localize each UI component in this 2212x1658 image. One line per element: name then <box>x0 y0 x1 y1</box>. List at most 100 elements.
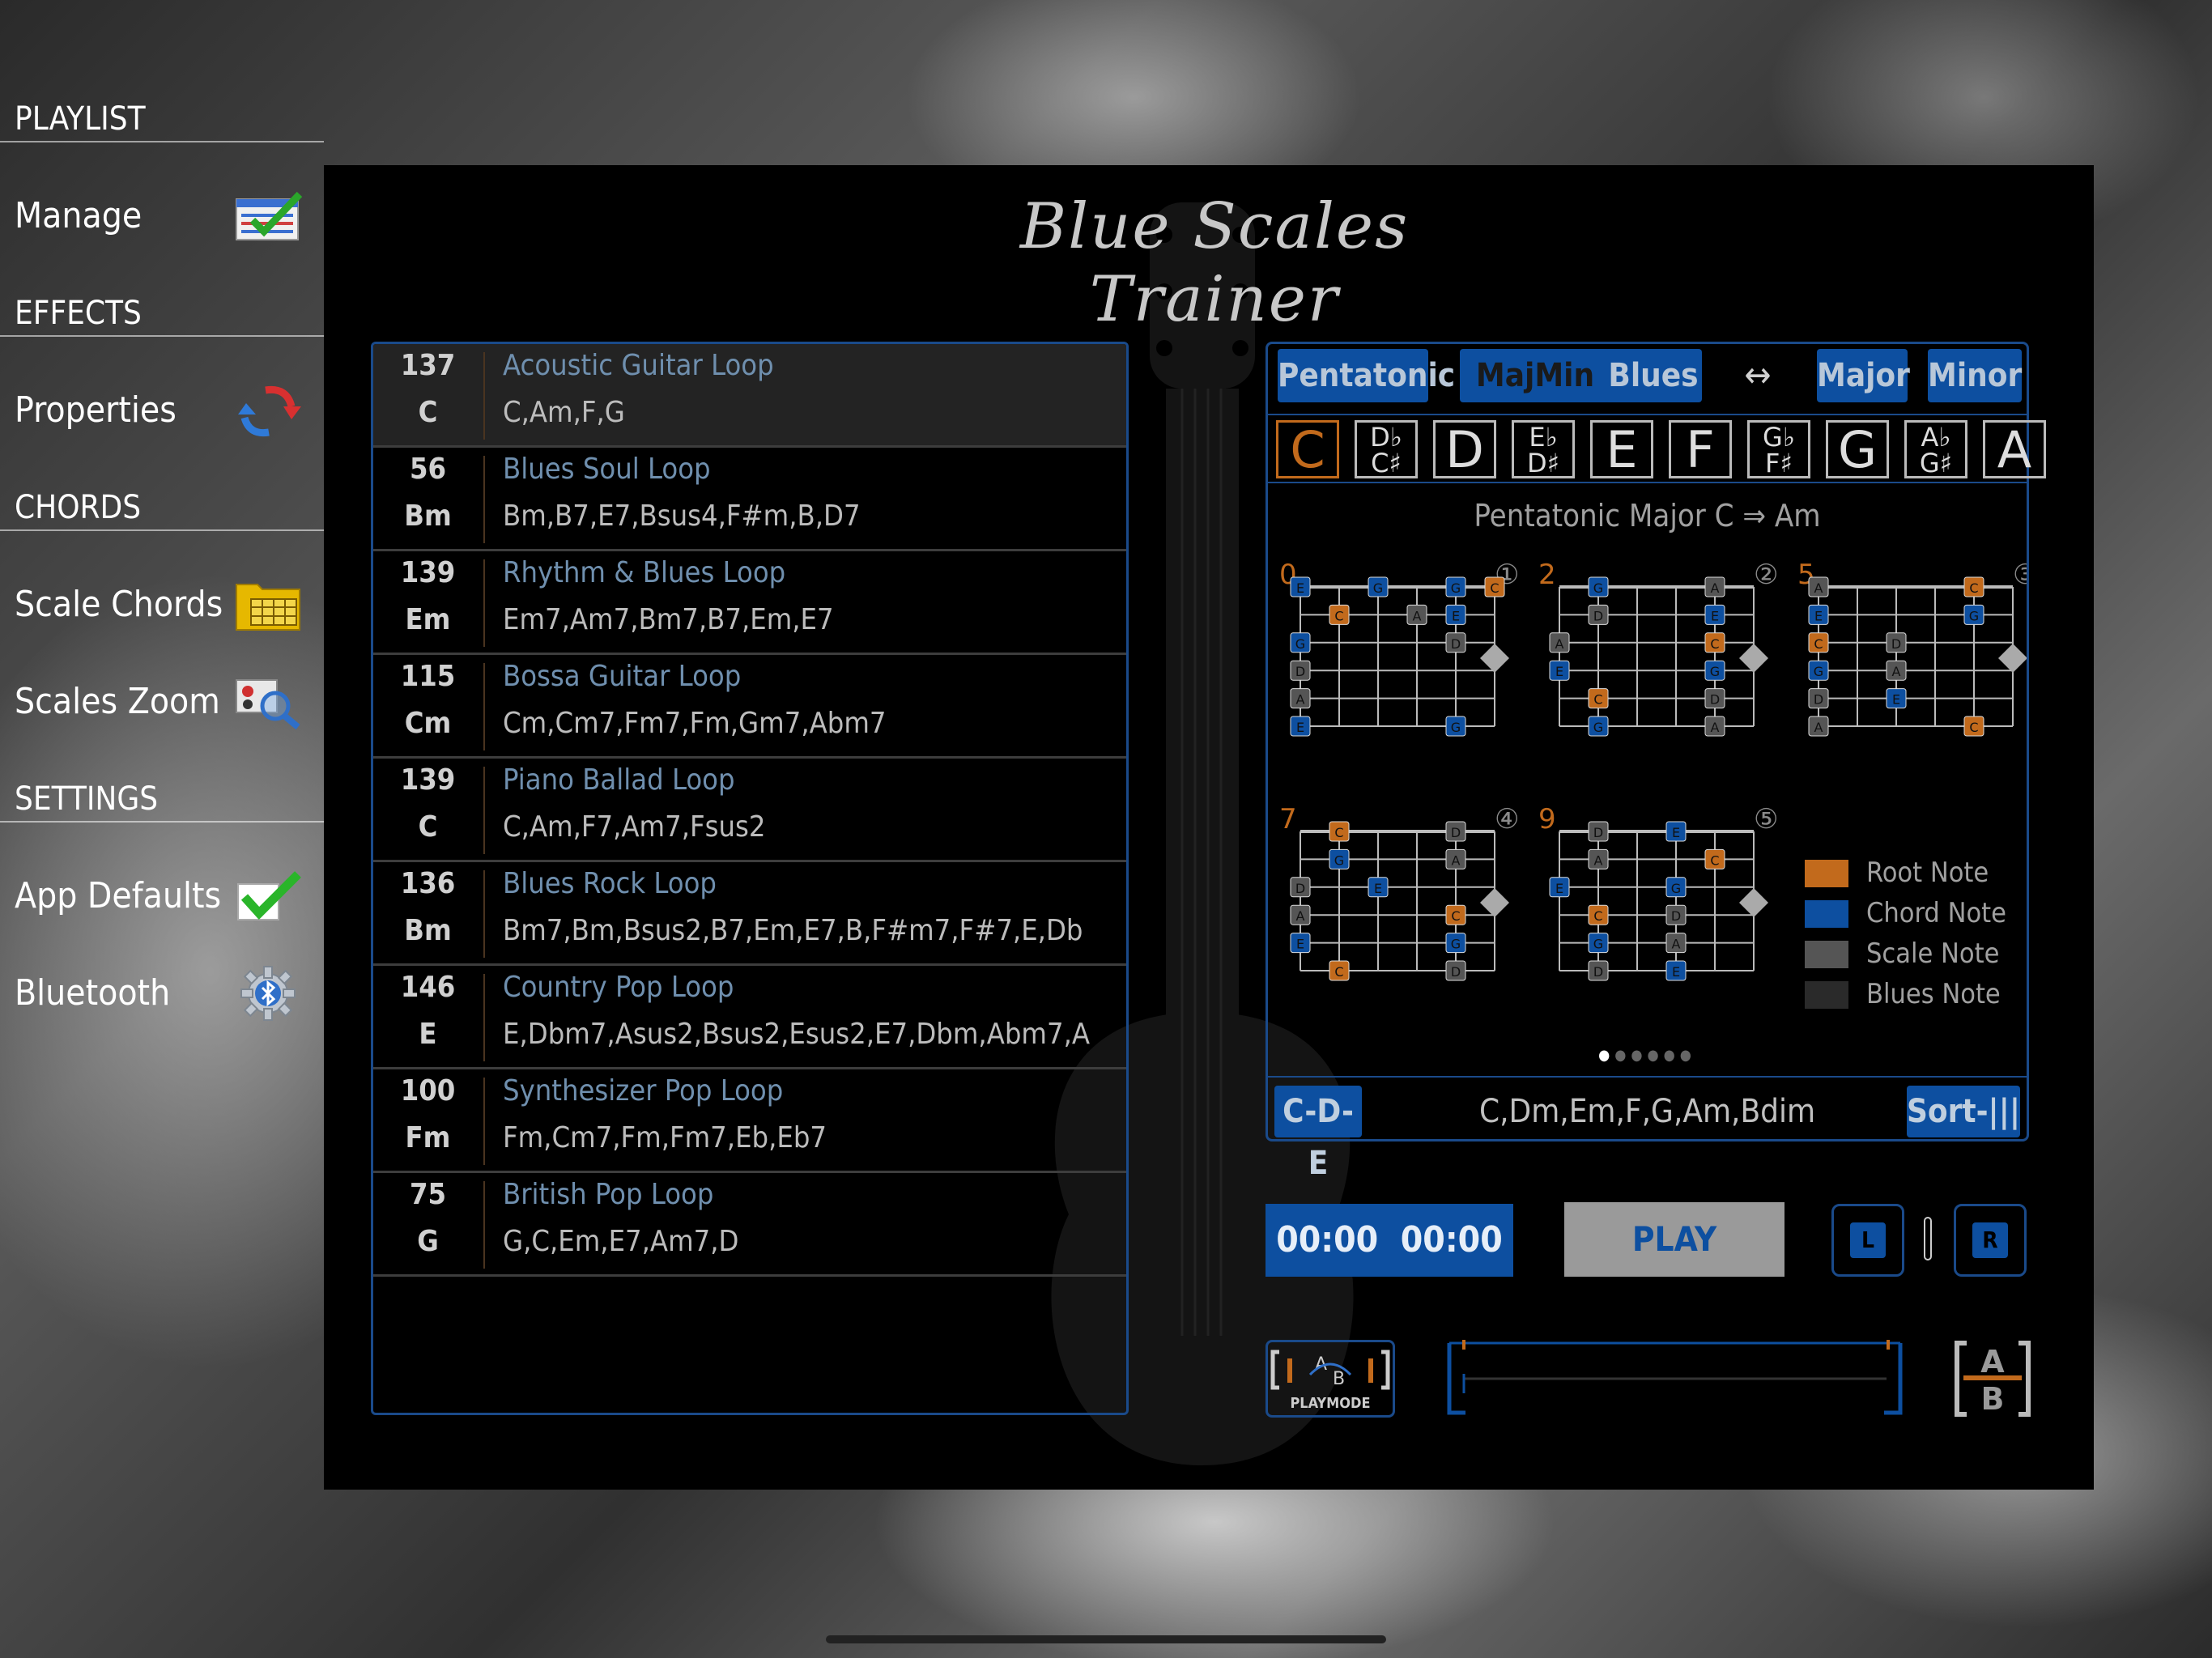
tab-majmin[interactable]: MajMin <box>1460 349 1610 402</box>
key-label: E <box>1606 420 1638 479</box>
song-row[interactable]: 100 Fm Synthesizer Pop Loop Fm,Cm7,Fm,Fm7,E… <box>373 1069 1126 1173</box>
note-label: E <box>1296 937 1304 952</box>
key-button[interactable]: E <box>1590 420 1653 478</box>
note-label: G <box>1969 608 1979 623</box>
note-label: D <box>1891 636 1901 652</box>
note-label: C <box>1969 720 1978 735</box>
sidebar-item-properties[interactable]: Properties <box>0 366 324 455</box>
key-top: A♭ <box>1921 422 1951 453</box>
key-button[interactable]: A♭ G♯ <box>1904 420 1967 478</box>
key-button[interactable]: C <box>1276 420 1339 478</box>
note-label: A <box>1711 580 1720 596</box>
key-bottom: F♯ <box>1765 448 1793 478</box>
song-list[interactable]: 137 C Acoustic Guitar Loop C,Am,F,G 56 Bm Blue… <box>371 342 1129 1415</box>
sidebar-item-app-defaults[interactable]: App Defaults <box>0 852 324 941</box>
blues-note-marker <box>1480 644 1509 673</box>
left-channel-button[interactable]: L <box>1831 1204 1904 1277</box>
blues-note-marker <box>1998 644 2027 673</box>
ab-set-icon[interactable]: A B <box>1954 1340 2031 1418</box>
note-label: D <box>1295 881 1305 896</box>
fretboard[interactable]: 7 ④C DG AD EA CE GC D <box>1279 803 1519 981</box>
checklist-icon <box>236 191 303 240</box>
song-row[interactable]: 136 Bm Blues Rock Loop Bm7,Bm,Bsus2,B7,Em,E… <box>373 862 1126 966</box>
row-divider <box>483 767 485 854</box>
row-divider <box>483 559 485 647</box>
tab-pentatonic[interactable]: Pentatonic <box>1278 349 1455 402</box>
key-selector: C D♭ C♯ D E♭ D♯ E F G♭ F♯ G A♭ G♯ A <box>1268 414 2046 483</box>
time-total: 00:00 <box>1400 1219 1503 1261</box>
ab-range-slider[interactable] <box>1441 1340 1908 1416</box>
fretboard[interactable]: 5 ③A CE GC DG AD EA C <box>1797 563 2027 737</box>
key-bottom: G♯ <box>1919 448 1953 478</box>
song-row[interactable]: 139 C Piano Ballad Loop C,Am,F7,Am7,Fsus2 <box>373 759 1126 862</box>
sidebar-item-scales-zoom[interactable]: Scales Zoom <box>0 657 324 746</box>
song-name: Blues Soul Loop <box>503 453 711 486</box>
fretboard[interactable]: 0 ①ECGA ECGDAEGDG <box>1279 563 1519 737</box>
page-indicator[interactable]: ●●●●●● <box>1268 1047 2027 1064</box>
balance-indicator[interactable] <box>1924 1217 1932 1261</box>
song-key: Fm <box>405 1121 451 1154</box>
song-row[interactable]: 115 Cm Bossa Guitar Loop Cm,Cm7,Fm7,Fm,Gm7,… <box>373 655 1126 759</box>
right-channel-button[interactable]: R <box>1954 1204 2027 1277</box>
sidebar-item-manage[interactable]: Manage <box>0 172 324 261</box>
note-label: C <box>1334 825 1343 840</box>
note-label: D <box>1451 636 1461 652</box>
note-label: G <box>1593 580 1603 596</box>
playmode-button[interactable]: A B PLAYMODE <box>1266 1340 1395 1418</box>
key-button[interactable]: G♭ F♯ <box>1747 420 1810 478</box>
song-bpm: 146 <box>400 971 456 1004</box>
song-chords: G,C,Em,E7,Am7,D <box>503 1225 739 1258</box>
fret-number: 2 <box>1538 563 1556 591</box>
row-divider <box>483 974 485 1061</box>
legend-blues: Blues Note <box>1805 974 2006 1014</box>
sidebar: PLAYLIST Manage EFFECTS Properties CHORD… <box>0 0 324 1658</box>
blues-note-marker <box>1739 644 1768 673</box>
song-row[interactable]: 56 Bm Blues Soul Loop Bm,B7,E7,Bsus4,F#m,B,… <box>373 448 1126 551</box>
row-divider <box>483 870 485 958</box>
fretboard[interactable]: 2 ②G AD EAECGC DG A <box>1538 563 1778 737</box>
order-button[interactable]: C-D-E <box>1274 1086 1362 1182</box>
note-label: C <box>1710 636 1719 652</box>
sidebar-item-label: Bluetooth <box>15 972 171 1014</box>
tab-blues[interactable]: Blues <box>1605 349 1702 402</box>
song-chords: C,Am,F,G <box>503 396 625 429</box>
key-button[interactable]: A <box>1983 420 2046 478</box>
position-number: ③ <box>2013 563 2027 591</box>
app-title: Blue Scales Trainer <box>1019 190 1410 336</box>
song-row[interactable]: 137 C Acoustic Guitar Loop C,Am,F,G <box>373 344 1126 448</box>
note-label: A <box>1711 720 1720 735</box>
sidebar-item-label: App Defaults <box>15 875 222 916</box>
key-button[interactable]: D♭ C♯ <box>1355 420 1418 478</box>
key-button[interactable]: E♭ D♯ <box>1512 420 1575 478</box>
note-label: C <box>1814 636 1823 652</box>
note-label: C <box>1593 692 1602 708</box>
blues-note-marker <box>1480 888 1509 917</box>
key-top: G♭ <box>1763 422 1795 453</box>
sidebar-item-bluetooth[interactable]: Bluetooth <box>0 949 324 1038</box>
song-chords: Bm,B7,E7,Bsus4,F#m,B,D7 <box>503 500 861 533</box>
key-label: D <box>1445 420 1484 479</box>
key-button[interactable]: G <box>1826 420 1889 478</box>
note-label: A <box>1814 580 1823 596</box>
song-row[interactable]: 146 E Country Pop Loop E,Dbm7,Asus2,Bsus2,E… <box>373 966 1126 1069</box>
key-button[interactable]: D <box>1433 420 1496 478</box>
home-indicator[interactable] <box>826 1635 1386 1643</box>
song-row[interactable]: 75 G British Pop Loop G,C,Em,E7,Am7,D <box>373 1173 1126 1277</box>
tab-major[interactable]: Major <box>1817 349 1910 402</box>
note-label: A <box>1814 720 1823 735</box>
sidebar-item-scale-chords[interactable]: Scale Chords <box>0 560 324 649</box>
fretboard[interactable]: 9 ⑤D EA CE GC DG AD E <box>1538 803 1778 981</box>
note-label: D <box>1295 664 1305 679</box>
sort-button[interactable]: Sort-||| <box>1907 1086 2020 1137</box>
swap-icon[interactable]: ↔ <box>1733 349 1782 402</box>
key-button[interactable]: F <box>1669 420 1732 478</box>
song-chords: Fm,Cm7,Fm,Fm7,Eb,Eb7 <box>503 1121 827 1154</box>
song-key: Cm <box>404 707 452 740</box>
song-key: Bm <box>404 500 452 533</box>
play-button[interactable]: PLAY <box>1564 1202 1784 1277</box>
position-number: ② <box>1754 563 1778 591</box>
song-row[interactable]: 139 Em Rhythm & Blues Loop Em7,Am7,Bm7,B7,E… <box>373 551 1126 655</box>
row-divider <box>483 352 485 440</box>
key-top: E♭ <box>1529 422 1558 453</box>
tab-minor[interactable]: Minor <box>1928 349 2022 402</box>
